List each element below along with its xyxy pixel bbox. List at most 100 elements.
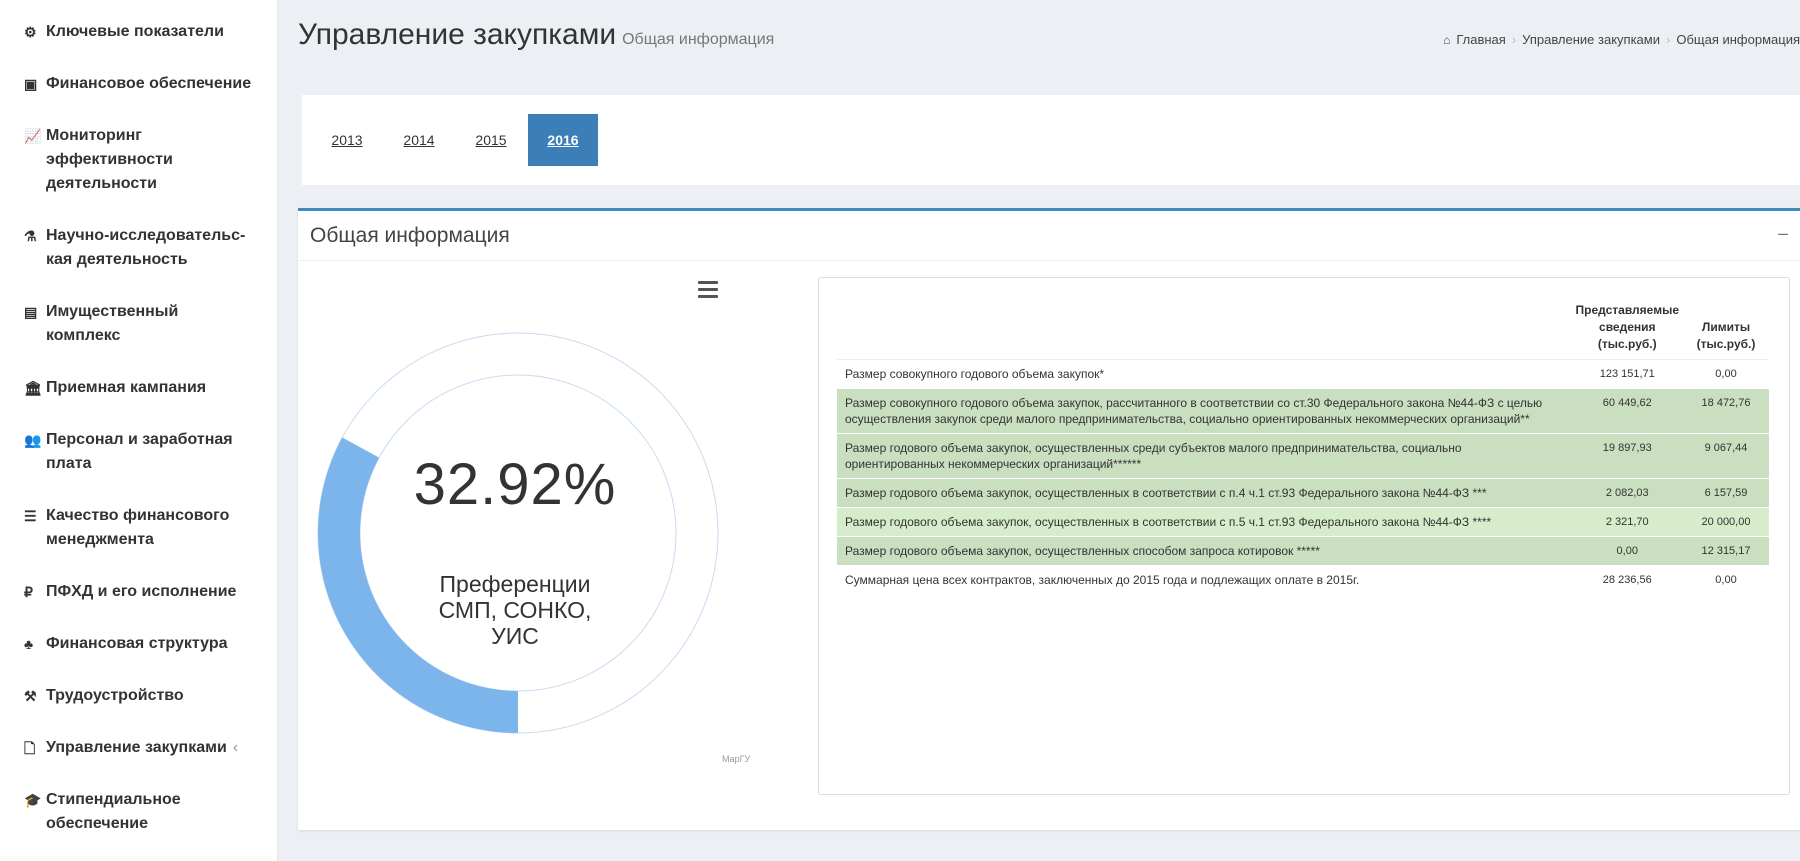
row-limit-value: 20 000,00 — [1683, 507, 1769, 537]
procurement-table-box: Представляемые сведения (тыс.руб.) Лимит… — [818, 277, 1790, 795]
sidebar-item[interactable]: ⚗ Научно-исследовательс- кая деятельность — [0, 224, 278, 272]
breadcrumb: ⌂ Главная › Управление закупками › Общая… — [1443, 32, 1800, 47]
row-provided-value: 19 897,93 — [1571, 433, 1683, 479]
row-provided-value: 28 236,56 — [1571, 565, 1683, 595]
row-provided-value: 2 082,03 — [1571, 478, 1683, 508]
line-chart-icon: 📈 — [24, 128, 42, 144]
row-label: Размер годового объема закупок, осуществ… — [837, 507, 1572, 537]
row-limit-value: 6 157,59 — [1683, 478, 1769, 508]
main-content: Управление закупками Общая информация ⌂ … — [278, 0, 1800, 861]
sidebar-item[interactable]: 👥 Персонал и заработная плата — [0, 428, 278, 476]
sidebar-item-label: ПФХД и его исполнение — [46, 583, 237, 600]
row-limit-value: 0,00 — [1683, 359, 1769, 389]
sidebar-item-label: Приемная кампания — [46, 379, 207, 396]
panel-header: Общая информация – — [298, 211, 1800, 261]
row-provided-value: 60 449,62 — [1571, 388, 1683, 434]
flask-icon: ⚗ — [24, 228, 37, 244]
row-limit-value: 0,00 — [1683, 565, 1769, 595]
year-selector: 2013 2014 2015 2016 — [302, 95, 1800, 185]
procurement-table: Представляемые сведения (тыс.руб.) Лимит… — [837, 300, 1769, 595]
sidebar-item[interactable]: ⚒ Трудоустройство — [0, 684, 278, 708]
donut-percent: 32.92% — [413, 452, 617, 517]
chevron-left-icon: ‹ — [232, 739, 239, 756]
chart-menu-icon[interactable] — [698, 281, 718, 302]
breadcrumb-separator: › — [1511, 32, 1517, 47]
sidebar-item-label: Управление закупками — [46, 739, 227, 756]
donut-chart: 32.92% Преференции СМП, СОНКО, УИС МарГУ — [308, 273, 750, 793]
sidebar-item-label: Финансовое обеспечение — [46, 75, 252, 92]
university-icon: 🏛 — [24, 380, 42, 396]
file-icon: 🗋 — [24, 740, 36, 756]
row-limit-value: 12 315,17 — [1683, 536, 1769, 566]
row-label: Размер годового объема закупок, осуществ… — [837, 478, 1572, 508]
sidebar-item[interactable]: 🏛 Приемная кампания — [0, 376, 278, 400]
year-tab-2014[interactable]: 2014 — [384, 114, 454, 166]
table-row: Размер совокупного годового объема закуп… — [837, 388, 1769, 434]
sidebar-item-label: Финансовая структура — [46, 635, 228, 652]
sidebar-item[interactable]: 📈 Мониторинг эффективности деятельности — [0, 124, 278, 196]
sidebar-item-label: Качество финансового менеджмента — [46, 507, 230, 548]
sidebar-item[interactable]: ♣ Финансовая структура — [0, 632, 278, 656]
home-icon: ⌂ — [1443, 32, 1451, 47]
breadcrumb-separator: › — [1666, 32, 1671, 47]
sidebar-item[interactable]: ⚙ Ключевые показатели — [0, 20, 278, 44]
year-tab-2015[interactable]: 2015 — [456, 114, 526, 166]
row-provided-value: 123 151,71 — [1571, 359, 1683, 389]
page-title: Управление закупками — [298, 18, 617, 51]
dashboard-icon: ⚙ — [24, 24, 37, 40]
money-icon: ▣ — [24, 76, 38, 92]
sidebar-item[interactable]: 🗋 Управление закупками ‹ — [0, 736, 278, 760]
sidebar-item-label: Научно-исследовательс- кая деятельность — [46, 227, 246, 268]
panel-title: Общая информация — [310, 223, 510, 247]
table-header-label — [837, 300, 1572, 360]
sidebar-item-label: Стипендиальное обеспечение — [46, 791, 181, 832]
year-tab-2013[interactable]: 2013 — [312, 114, 382, 166]
breadcrumb-procurement[interactable]: Управление закупками — [1522, 32, 1660, 47]
row-label: Размер совокупного годового объема закуп… — [837, 359, 1572, 389]
building-icon: ▤ — [24, 304, 38, 320]
ruble-icon: ₽ — [24, 584, 33, 600]
table-row: Размер годового объема закупок, осуществ… — [837, 507, 1769, 537]
sidebar: ⚙ Ключевые показатели ▣ Финансовое обеспече… — [0, 0, 278, 861]
general-info-panel: Общая информация – 32.92% Преференции СМ… — [298, 208, 1800, 830]
row-limit-value: 18 472,76 — [1683, 388, 1769, 434]
sidebar-item[interactable]: ☰ Качество финансового менеджмента — [0, 504, 278, 552]
breadcrumb-home[interactable]: Главная — [1456, 32, 1505, 47]
table-header-limits: Лимиты (тыс.руб.) — [1683, 300, 1769, 360]
donut-svg — [317, 332, 719, 734]
table-row: Суммарная цена всех контрактов, заключен… — [837, 565, 1769, 595]
collapse-button[interactable]: – — [1778, 223, 1788, 244]
sidebar-item-label: Ключевые показатели — [46, 23, 224, 40]
year-tab-2016[interactable]: 2016 — [528, 114, 598, 166]
table-row: Размер годового объема закупок, осуществ… — [837, 478, 1769, 508]
row-label: Размер годового объема закупок, осуществ… — [837, 433, 1572, 479]
row-label: Размер годового объема закупок, осуществ… — [837, 536, 1572, 566]
sidebar-item[interactable]: ▣ Финансовое обеспечение — [0, 72, 278, 96]
sitemap-icon: ♣ — [24, 636, 34, 652]
page-subtitle: Общая информация — [622, 31, 775, 48]
row-label: Размер совокупного годового объема закуп… — [837, 388, 1572, 434]
users-icon: 👥 — [24, 432, 42, 448]
table-header-row: Представляемые сведения (тыс.руб.) Лимит… — [837, 300, 1769, 360]
chart-credit[interactable]: МарГУ — [722, 754, 750, 764]
row-label: Суммарная цена всех контрактов, заключен… — [837, 565, 1572, 595]
donut-label: Преференции СМП, СОНКО, УИС — [438, 571, 592, 649]
sidebar-item[interactable]: 🎓 Стипендиальное обеспечение — [0, 788, 278, 836]
sidebar-item-label: Мониторинг эффективности деятельности — [46, 127, 173, 192]
row-provided-value: 2 321,70 — [1571, 507, 1683, 537]
row-limit-value: 9 067,44 — [1683, 433, 1769, 479]
gavel-icon: ⚒ — [24, 688, 37, 704]
graduation-cap-icon: 🎓 — [24, 792, 42, 808]
page-header: Управление закупками Общая информация — [298, 18, 774, 52]
breadcrumb-current: Общая информация — [1676, 32, 1800, 47]
sidebar-item[interactable]: ₽ ПФХД и его исполнение — [0, 580, 278, 604]
sidebar-item-label: Имущественный комплекс — [46, 303, 179, 344]
sidebar-item-label: Трудоустройство — [46, 687, 184, 704]
table-row: Размер годового объема закупок, осуществ… — [837, 433, 1769, 479]
row-provided-value: 0,00 — [1571, 536, 1683, 566]
sidebar-item[interactable]: ▤ Имущественный комплекс — [0, 300, 278, 348]
table-row: Размер годового объема закупок, осуществ… — [837, 536, 1769, 566]
table-row: Размер совокупного годового объема закуп… — [837, 359, 1769, 389]
sidebar-item-label: Персонал и заработная плата — [46, 431, 233, 472]
list-icon: ☰ — [24, 508, 37, 524]
